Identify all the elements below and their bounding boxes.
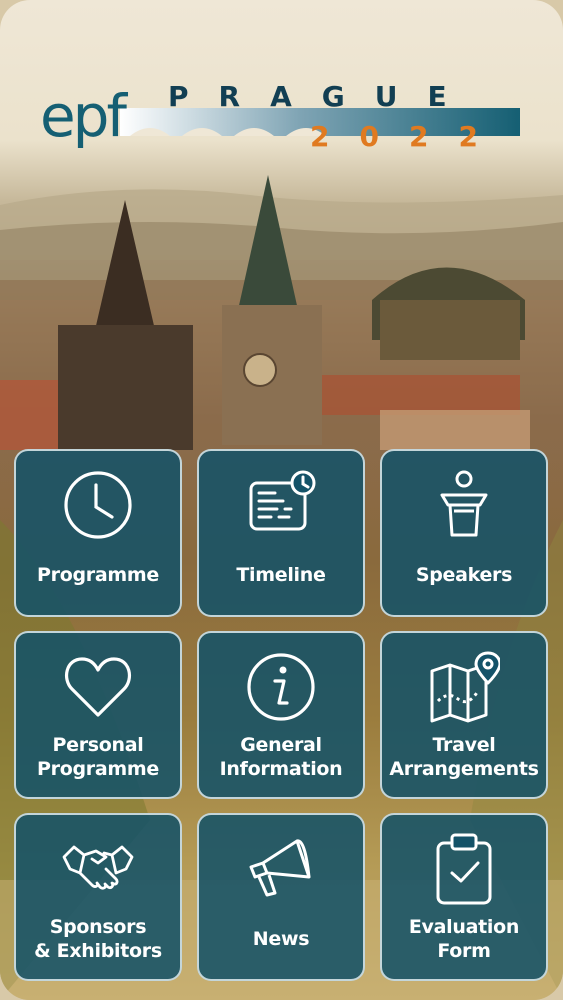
personal-programme-tile[interactable]: Personal Programme bbox=[14, 631, 182, 799]
evaluation-form-label-line2: Form bbox=[437, 940, 491, 962]
news-tile[interactable]: News bbox=[197, 813, 365, 981]
programme-tile[interactable]: Programme bbox=[14, 449, 182, 617]
general-information-label-line1: General bbox=[240, 734, 322, 756]
epf-prague-2022-logo: epf PRAGUE 2022 bbox=[40, 78, 525, 158]
timeline-label: Timeline bbox=[236, 564, 326, 586]
main-menu-grid: Programme Timeline Speakers Personal Pro… bbox=[14, 449, 549, 981]
general-information-label-line2: Information bbox=[219, 758, 343, 780]
logo-city-text: PRAGUE bbox=[168, 80, 477, 113]
general-information-label: General Information bbox=[203, 733, 359, 781]
personal-programme-label-line2: Programme bbox=[37, 758, 159, 780]
logo-brand-text: epf bbox=[40, 82, 127, 150]
travel-arrangements-label-line1: Travel bbox=[432, 734, 496, 756]
evaluation-form-label-line1: Evaluation bbox=[408, 916, 520, 938]
sponsors-exhibitors-label: Sponsors & Exhibitors bbox=[20, 915, 176, 963]
handshake-icon bbox=[62, 845, 134, 890]
programme-label: Programme bbox=[37, 564, 159, 586]
heart-icon bbox=[64, 657, 132, 717]
timeline-tile[interactable]: Timeline bbox=[197, 449, 365, 617]
info-icon bbox=[247, 653, 315, 721]
travel-arrangements-tile[interactable]: Travel Arrangements bbox=[380, 631, 548, 799]
clipboard-check-icon bbox=[436, 833, 492, 905]
timeline-icon bbox=[249, 470, 316, 531]
megaphone-icon bbox=[249, 839, 311, 897]
evaluation-form-label: Evaluation Form bbox=[386, 915, 542, 963]
sponsors-exhibitors-label-line1: Sponsors bbox=[49, 916, 147, 938]
map-pin-icon bbox=[430, 651, 500, 723]
news-label: News bbox=[252, 928, 310, 950]
clock-icon bbox=[64, 471, 132, 539]
sponsors-exhibitors-tile[interactable]: Sponsors & Exhibitors bbox=[14, 813, 182, 981]
app-screen: epf PRAGUE 2022 Programme Timeline Speak… bbox=[0, 0, 563, 1000]
travel-arrangements-label: Travel Arrangements bbox=[386, 733, 542, 781]
personal-programme-label-line1: Personal bbox=[52, 734, 144, 756]
travel-arrangements-label-line2: Arrangements bbox=[389, 758, 539, 780]
general-information-tile[interactable]: General Information bbox=[197, 631, 365, 799]
logo-year-text: 2022 bbox=[310, 120, 508, 153]
speaker-podium-icon bbox=[440, 470, 488, 537]
speakers-tile[interactable]: Speakers bbox=[380, 449, 548, 617]
sponsors-exhibitors-label-line2: & Exhibitors bbox=[34, 940, 162, 962]
personal-programme-label: Personal Programme bbox=[20, 733, 176, 781]
evaluation-form-tile[interactable]: Evaluation Form bbox=[380, 813, 548, 981]
speakers-label: Speakers bbox=[415, 564, 513, 586]
